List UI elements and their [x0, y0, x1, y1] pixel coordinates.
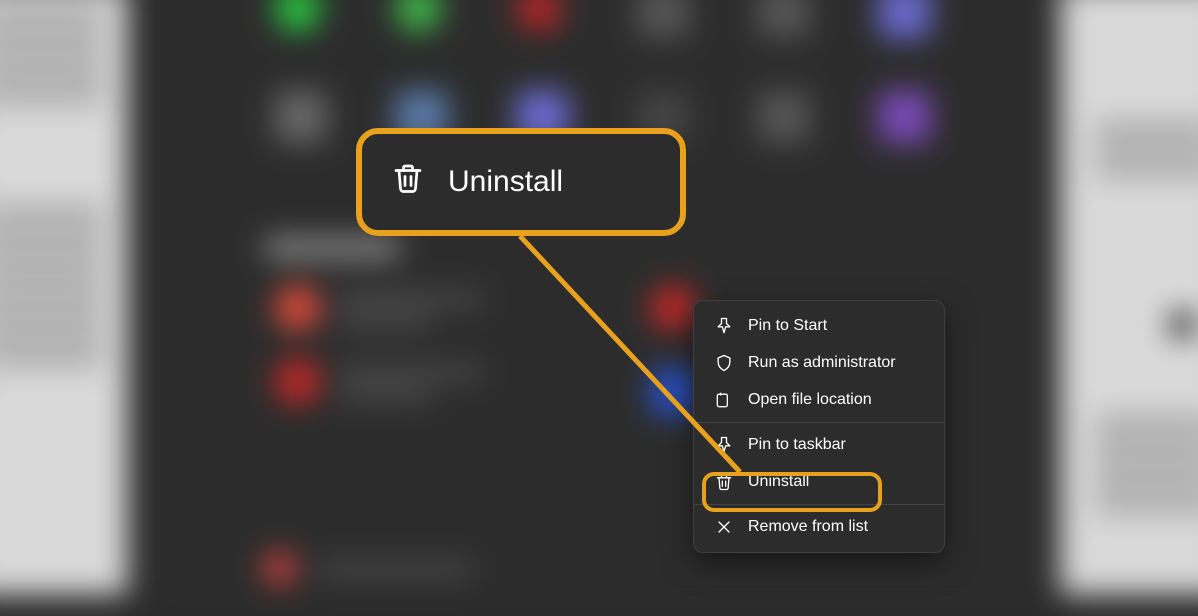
menu-item-label: Open file location: [748, 391, 872, 409]
menu-separator: [694, 504, 944, 505]
callout-label: Uninstall: [448, 165, 563, 199]
menu-item-open-file-location[interactable]: Open file location: [698, 382, 940, 418]
shield-icon: [714, 353, 734, 373]
menu-item-label: Run as administrator: [748, 354, 896, 372]
menu-separator: [694, 422, 944, 423]
menu-item-uninstall[interactable]: Uninstall: [698, 464, 940, 500]
folder-icon: [714, 390, 734, 410]
menu-item-remove-from-list[interactable]: Remove from list: [698, 509, 940, 545]
close-icon: [714, 517, 734, 537]
menu-item-pin-to-start[interactable]: Pin to Start: [698, 308, 940, 344]
trash-icon: [390, 160, 426, 204]
menu-item-label: Pin to taskbar: [748, 436, 846, 454]
context-menu: Pin to Start Run as administrator Open f…: [693, 300, 945, 553]
pin-icon: [714, 316, 734, 336]
menu-item-label: Uninstall: [748, 473, 809, 491]
menu-item-label: Remove from list: [748, 518, 868, 536]
menu-item-run-as-administrator[interactable]: Run as administrator: [698, 345, 940, 381]
pin-icon: [714, 435, 734, 455]
trash-icon: [714, 472, 734, 492]
menu-item-pin-to-taskbar[interactable]: Pin to taskbar: [698, 427, 940, 463]
blurred-background: [0, 0, 1198, 595]
uninstall-callout: Uninstall: [356, 128, 686, 236]
menu-item-label: Pin to Start: [748, 317, 827, 335]
